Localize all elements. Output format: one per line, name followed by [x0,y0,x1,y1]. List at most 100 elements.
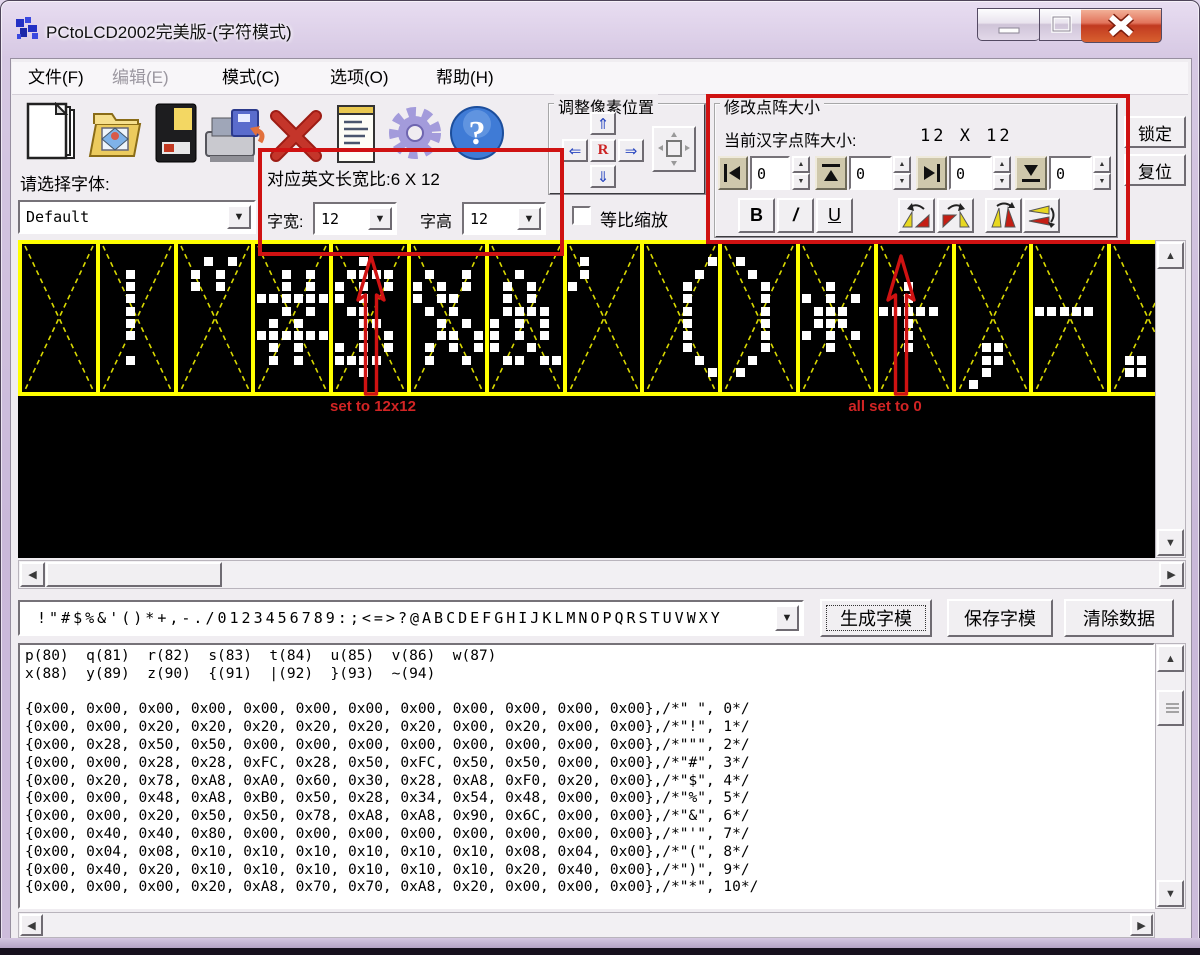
flip-horizontal-button[interactable] [1023,198,1060,233]
char-height-select[interactable]: 12 ▼ [462,202,546,235]
glyph-cell-char[interactable] [796,240,874,396]
flip-vertical-button[interactable] [985,198,1022,233]
save-font-button[interactable]: 保存字模 [947,599,1053,637]
left-margin-stepper[interactable]: ▲▼ [792,156,810,190]
glyph-cell-char[interactable] [874,240,952,396]
reset-position-button[interactable]: R [590,139,616,162]
glyph-cell-char[interactable] [563,240,641,396]
scroll-up-icon[interactable]: ▲ [1157,645,1184,672]
bottom-margin-stepper[interactable]: ▲▼ [1093,156,1111,190]
glyph-cell-char[interactable] [952,240,1030,396]
scroll-left-icon[interactable]: ◀ [20,562,45,587]
current-matrix-label: 当前汉字点阵大小: [724,127,856,151]
char-width-select[interactable]: 12 ▼ [313,202,397,235]
step-up-icon[interactable]: ▲ [993,156,1011,173]
move-up-button[interactable]: ⇑ [590,112,616,135]
glyph-cell-char[interactable] [718,240,796,396]
export-print-icon[interactable] [204,106,268,166]
move-left-button[interactable]: ⇐ [562,139,588,162]
menu-edit[interactable]: 编辑(E) [112,66,169,90]
left-margin-field[interactable]: 0 [750,156,790,190]
bottom-margin-icon[interactable] [1015,156,1047,190]
lock-button[interactable]: 锁定 [1124,116,1186,148]
step-down-icon[interactable]: ▼ [792,173,810,190]
font-data-output[interactable]: p(80) q(81) r(82) s(83) t(84) u(85) v(86… [18,643,1155,909]
preview-vscrollbar[interactable]: ▲ ▼ [1155,240,1186,558]
settings-icon[interactable] [384,102,446,164]
glyph-cell-char[interactable] [485,240,563,396]
menu-file[interactable]: 文件(F) [28,66,84,90]
bottom-margin-field[interactable]: 0 [1049,156,1092,190]
top-margin-stepper[interactable]: ▲▼ [893,156,911,190]
help-icon[interactable]: ? [448,104,506,162]
output-vscrollbar[interactable]: ▲ ▼ [1155,643,1186,909]
save-icon[interactable] [152,102,200,166]
delete-icon[interactable] [268,108,324,164]
bold-button[interactable]: B [738,198,775,233]
font-select[interactable]: Default ▼ [18,200,256,234]
menu-options[interactable]: 选项(O) [330,66,389,90]
chevron-down-icon[interactable]: ▼ [368,207,392,230]
scroll-up-icon[interactable]: ▲ [1157,242,1184,269]
left-margin-icon[interactable] [718,156,748,190]
scrollbar-thumb[interactable] [1157,690,1184,726]
right-margin-stepper[interactable]: ▲▼ [993,156,1011,190]
glyph-cell-space[interactable] [18,240,96,396]
scroll-down-icon[interactable]: ▼ [1157,529,1184,556]
underline-button[interactable]: U [816,198,853,233]
glyph-cell-char[interactable] [640,240,718,396]
glyph-cell-char[interactable] [329,240,407,396]
view-code-icon[interactable] [332,102,382,166]
right-margin-icon[interactable] [916,156,947,190]
ascii-ratio-text: 对应英文长宽比:6 X 12 [267,165,440,190]
step-down-icon[interactable]: ▼ [893,173,911,190]
center-glyph-button[interactable] [652,126,696,172]
menu-mode[interactable]: 模式(C) [222,66,280,90]
menu-help[interactable]: 帮助(H) [436,66,494,90]
preview-hscrollbar[interactable]: ◀ ▶ [18,560,1186,589]
step-down-icon[interactable]: ▼ [993,173,1011,190]
move-right-button[interactable]: ⇒ [618,139,644,162]
open-file-icon[interactable] [86,106,146,164]
generate-font-button[interactable]: 生成字模 [820,599,932,637]
new-document-icon[interactable] [24,102,82,166]
close-button[interactable] [1081,8,1162,43]
reset-button[interactable]: 复位 [1124,154,1186,186]
scroll-right-icon[interactable]: ▶ [1130,914,1153,936]
scroll-right-icon[interactable]: ▶ [1159,562,1184,587]
scroll-down-icon[interactable]: ▼ [1157,880,1184,907]
top-margin-icon[interactable] [815,156,847,190]
top-margin-field[interactable]: 0 [849,156,892,190]
step-up-icon[interactable]: ▲ [893,156,911,173]
rotate-left-button[interactable] [898,198,935,233]
scrollbar-thumb[interactable] [46,562,222,587]
step-down-icon[interactable]: ▼ [1093,173,1111,190]
glyph-cell-char[interactable] [96,240,174,396]
step-up-icon[interactable]: ▲ [792,156,810,173]
italic-button[interactable]: / [777,198,814,233]
minimize-button[interactable] [977,8,1040,41]
chevron-down-icon[interactable]: ▼ [517,207,541,230]
output-text: p(80) q(81) r(82) s(83) t(84) u(85) v(86… [25,648,758,895]
charset-combo[interactable]: !"#$%&'()*+,-./0123456789:;<=>?@ABCDEFGH… [18,600,804,636]
clear-data-button[interactable]: 清除数据 [1064,599,1174,637]
maximize-button[interactable] [1039,8,1083,41]
chevron-down-icon[interactable]: ▼ [775,605,799,631]
glyph-cell-char[interactable] [1029,240,1107,396]
annotation-note-1: set to 12x12 [288,398,458,415]
proportional-scale-checkbox[interactable] [572,206,591,225]
move-down-button[interactable]: ⇓ [590,165,616,188]
glyph-preview-canvas[interactable] [18,240,1155,558]
glyph-cell-char[interactable] [174,240,252,396]
annotation-note-2: all set to 0 [800,398,970,415]
output-hscrollbar[interactable]: ◀ ▶ [18,912,1155,938]
rotate-right-button[interactable] [937,198,974,233]
glyph-cell-char[interactable] [407,240,485,396]
chevron-down-icon[interactable]: ▼ [227,205,251,229]
current-matrix-value: 12 X 12 [920,126,1013,146]
scroll-left-icon[interactable]: ◀ [20,914,43,936]
glyph-cell-char[interactable] [1107,240,1155,396]
glyph-cell-char[interactable] [251,240,329,396]
right-margin-field[interactable]: 0 [949,156,992,190]
step-up-icon[interactable]: ▲ [1093,156,1111,173]
